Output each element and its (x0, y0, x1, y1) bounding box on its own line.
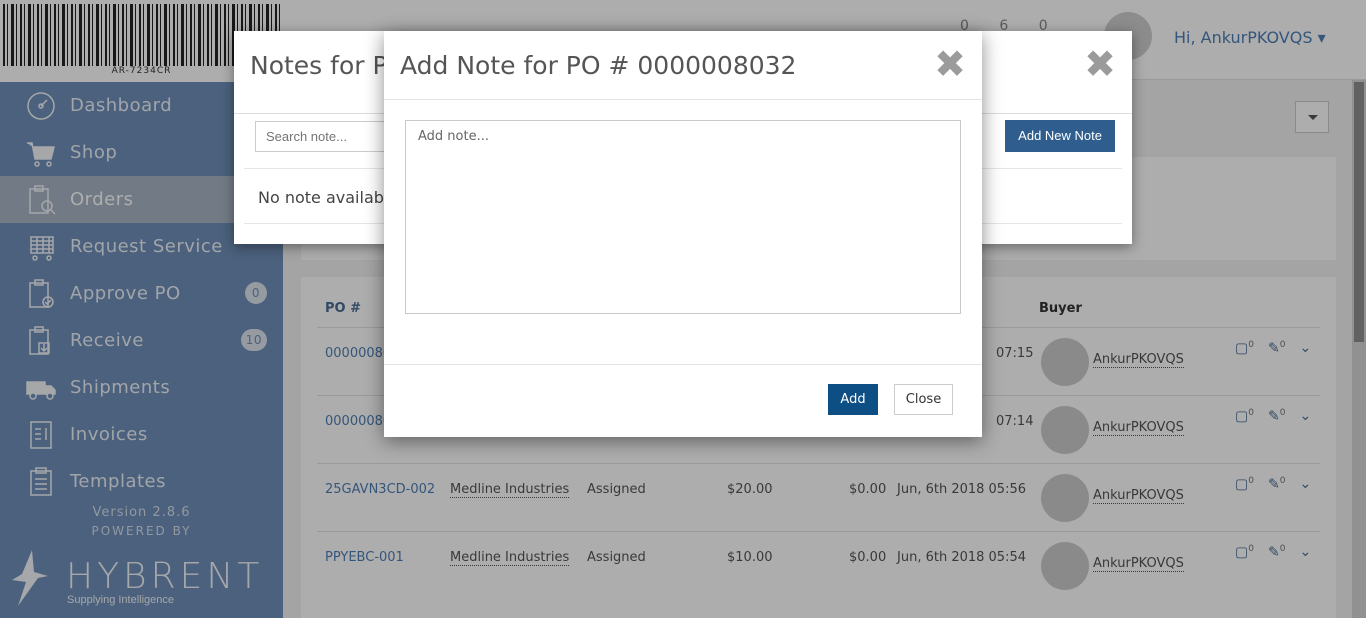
notes-modal-title: Notes for P (250, 51, 388, 80)
add-button[interactable]: Add (828, 384, 878, 415)
close-icon[interactable]: ✖ (934, 45, 966, 83)
add-new-note-button[interactable]: Add New Note (1005, 120, 1115, 152)
close-button[interactable]: Close (894, 384, 953, 415)
add-note-modal-title: Add Note for PO # 0000008032 (400, 51, 797, 80)
add-note-modal: Add Note for PO # 0000008032 ✖ Add Close (384, 31, 982, 437)
no-notes-message: No note availab (258, 188, 384, 207)
close-icon[interactable]: ✖ (1084, 45, 1116, 83)
divider (384, 99, 982, 100)
divider (384, 364, 982, 365)
note-textarea[interactable] (405, 120, 961, 314)
